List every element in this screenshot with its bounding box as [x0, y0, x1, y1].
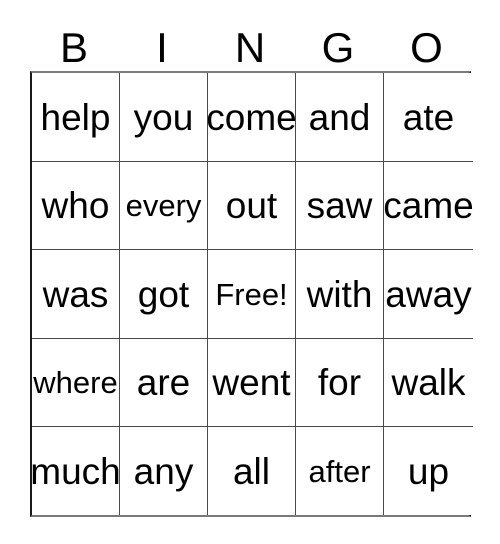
header-letter-n: N [234, 24, 266, 71]
bingo-cell-text: Free! [215, 276, 288, 312]
bingo-card: B I N G O help you come and ate who ever… [30, 12, 473, 517]
bingo-cell-text: are [136, 362, 191, 403]
header-letter-b: B [59, 24, 88, 71]
bingo-cell-text: every [125, 188, 202, 223]
bingo-cell-text: and [308, 96, 371, 138]
bingo-cell[interactable]: ate [384, 73, 473, 162]
bingo-cell-text: went [212, 362, 291, 403]
bingo-cell-text: help [40, 96, 111, 138]
bingo-cell[interactable]: after [296, 427, 384, 515]
bingo-cell-text: come [208, 96, 296, 138]
bingo-cell-free-space[interactable]: Free! [208, 250, 296, 339]
bingo-cell-text: much [32, 450, 120, 492]
bingo-cell[interactable]: who [32, 162, 120, 250]
bingo-cell[interactable]: are [120, 339, 208, 427]
bingo-cell[interactable]: came [384, 162, 473, 250]
bingo-cell[interactable]: where [32, 339, 120, 427]
bingo-cell[interactable]: for [296, 339, 384, 427]
bingo-cell-text: with [306, 273, 373, 315]
bingo-cell-text: came [384, 185, 473, 226]
bingo-cell-text: out [225, 185, 278, 226]
bingo-cell[interactable]: saw [296, 162, 384, 250]
bingo-cell[interactable]: any [120, 427, 208, 515]
bingo-cell-text: you [133, 96, 194, 138]
bingo-grid: help you come and ate who every out saw … [30, 71, 473, 517]
bingo-cell-text: away [385, 273, 472, 315]
header-letter-o: O [410, 24, 443, 71]
bingo-cell[interactable]: got [120, 250, 208, 339]
header-letter-i: I [156, 24, 168, 71]
bingo-cell-text: after [308, 453, 371, 489]
bingo-cell-text: saw [306, 185, 373, 226]
bingo-cell[interactable]: and [296, 73, 384, 162]
bingo-cell-text: who [41, 185, 110, 226]
bingo-cell[interactable]: come [208, 73, 296, 162]
bingo-cell-text: for [317, 362, 362, 403]
bingo-cell-text: walk [391, 362, 466, 403]
bingo-cell[interactable]: all [208, 427, 296, 515]
bingo-header-row: B I N G O [30, 12, 471, 71]
bingo-cell-text: ate [402, 96, 455, 138]
bingo-cell[interactable]: was [32, 250, 120, 339]
bingo-cell-text: got [137, 273, 190, 315]
bingo-cell[interactable]: help [32, 73, 120, 162]
header-letter-g: G [321, 24, 355, 71]
bingo-cell[interactable]: up [384, 427, 473, 515]
bingo-cell[interactable]: every [120, 162, 208, 250]
bingo-cell[interactable]: out [208, 162, 296, 250]
bingo-cell[interactable]: you [120, 73, 208, 162]
bingo-cell-text: up [407, 450, 450, 492]
bingo-cell-text: was [42, 273, 109, 315]
bingo-cell[interactable]: went [208, 339, 296, 427]
bingo-cell[interactable]: with [296, 250, 384, 339]
bingo-cell[interactable]: much [32, 427, 120, 515]
bingo-cell-text: all [232, 450, 271, 492]
bingo-cell-text: any [133, 450, 194, 492]
bingo-cell[interactable]: away [384, 250, 473, 339]
bingo-cell-text: where [33, 365, 118, 400]
bingo-cell[interactable]: walk [384, 339, 473, 427]
